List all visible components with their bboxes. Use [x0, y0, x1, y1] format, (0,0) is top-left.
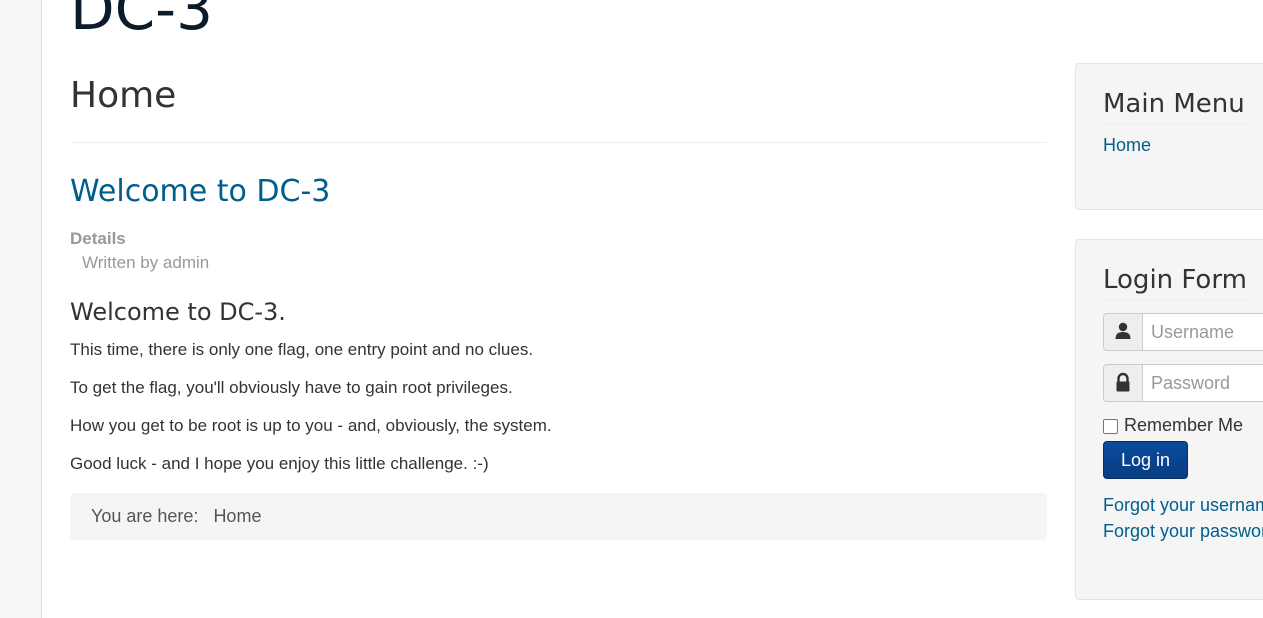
article-paragraph: Good luck - and I hope you enjoy this li…: [70, 454, 489, 473]
breadcrumb: You are here: Home: [70, 493, 1047, 540]
article-body-heading: Welcome to DC-3.: [70, 298, 286, 326]
written-by: Written by admin: [82, 253, 210, 272]
site-title[interactable]: DC-3: [70, 0, 213, 42]
main-menu-module: Main Menu Home: [1075, 63, 1263, 210]
forgot-username-link[interactable]: Forgot your username?: [1103, 492, 1263, 518]
breadcrumb-prefix: You are here:: [91, 506, 199, 526]
main-menu-title: Main Menu: [1103, 84, 1248, 125]
article-title-link[interactable]: Welcome to DC-3: [70, 173, 1047, 211]
login-button[interactable]: Log in: [1103, 441, 1189, 479]
article-paragraph: How you get to be root is up to you - an…: [70, 416, 552, 435]
username-group: [1103, 313, 1263, 351]
login-form-module: Login Form Remember Me Log in Forgot you…: [1075, 239, 1263, 600]
password-input[interactable]: [1142, 364, 1263, 402]
remember-me-checkbox[interactable]: [1103, 419, 1118, 434]
username-input[interactable]: [1142, 313, 1263, 351]
page-title: Home: [70, 72, 1047, 143]
breadcrumb-item-home: Home: [213, 506, 262, 526]
article-paragraph: This time, there is only one flag, one e…: [70, 340, 534, 359]
main-content: Home Welcome to DC-3 Details Written by …: [70, 72, 1047, 540]
menu-item-home[interactable]: Home: [1103, 135, 1248, 156]
lock-icon: [1103, 364, 1143, 402]
login-form-title: Login Form: [1103, 260, 1248, 301]
remember-me-row: Remember Me: [1103, 415, 1248, 436]
password-group: [1103, 364, 1263, 402]
forgot-password-link[interactable]: Forgot your password?: [1103, 518, 1263, 544]
article-paragraph: To get the flag, you'll obviously have t…: [70, 378, 513, 397]
remember-me-label[interactable]: Remember Me: [1124, 415, 1243, 436]
user-icon: [1103, 313, 1143, 351]
details-label: Details: [70, 229, 126, 248]
